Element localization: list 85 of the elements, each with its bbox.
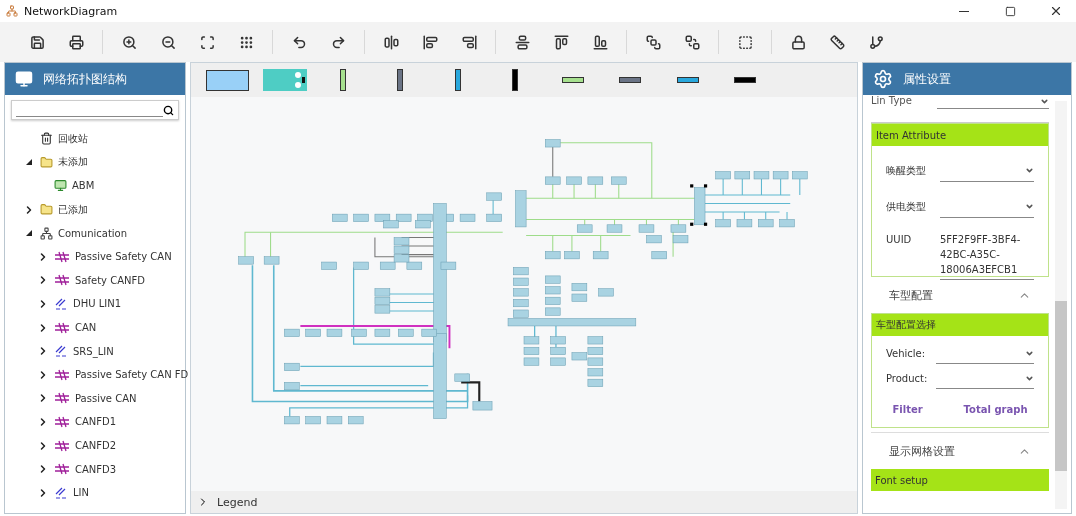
tree-item[interactable]: Passive Safety CAN [75,251,172,263]
tree-item[interactable]: 回收站 [58,131,88,146]
rectangle-shape[interactable] [206,69,250,91]
section-header: 车型配置选择 [872,314,1048,336]
uuid-field[interactable]: 5FF2F9FF-3BF4-42BC-A35C-18006A3EFCB1 [940,232,1034,280]
grid-icon [238,34,254,50]
dropdown-caret-icon [1025,374,1034,383]
expanded-icon[interactable] [25,229,33,238]
align-left-icon [422,34,438,50]
node-shape[interactable] [263,69,308,91]
dropdown-caret-icon [1025,166,1034,175]
tree-item[interactable]: CANFD1 [75,416,117,428]
section-header: Item Attribute [872,124,1048,146]
zoom-in-icon [121,34,137,50]
field-label: 供电类型 [886,200,927,214]
search-icon[interactable] [163,104,174,116]
dropdown-caret-icon [1040,97,1049,106]
dropdown-caret-icon [1025,349,1034,358]
close-icon [1049,4,1063,18]
field-label: Lin Type [871,95,913,106]
field-label: 唤醒类型 [886,164,927,178]
tree-item[interactable]: 未添加 [58,155,88,170]
maximize-icon [1004,5,1016,17]
print-icon [68,34,84,50]
text-button[interactable]: Filter [888,402,927,417]
tree-item[interactable]: ABM [72,180,95,192]
monitor-icon [54,179,67,193]
bus-icon [54,320,70,335]
horizontal-bar-shape[interactable] [734,77,757,83]
tree-item[interactable]: SRS_LIN [73,345,114,357]
bus-icon [54,249,70,264]
send-back-icon [684,34,700,50]
ruler-icon [829,34,845,50]
tree-item[interactable]: Passive CAN [75,392,137,404]
tree-item[interactable]: CAN [75,322,97,334]
align-center-icon [383,34,399,50]
field-label: Vehicle: [886,347,927,359]
panel-title: 属性设置 [903,70,951,88]
field-label: Product: [886,372,928,384]
dropdown-caret-icon [1025,202,1034,211]
window-title: NetworkDiagram [24,4,119,18]
vertical-bar-shape[interactable] [339,69,346,91]
select-area-icon [737,34,753,50]
tree-item[interactable]: Comunication [58,227,128,239]
tree-item[interactable]: CANFD2 [75,440,117,451]
tree-item[interactable]: CANFD3 [75,463,117,475]
text-button[interactable]: Total graph [959,402,1032,417]
bring-front-icon [645,34,661,50]
section-title[interactable]: 车型配置 [889,287,933,303]
tree-item[interactable]: LIN [73,487,89,499]
tree-item[interactable]: Passive Safety CAN FD [75,369,189,381]
minimize-icon [959,10,969,12]
align-bottom-icon [592,34,608,50]
vertical-bar-shape[interactable] [454,69,461,91]
folder-icon [40,155,53,169]
scrollbar[interactable] [1055,101,1067,509]
redo-icon [330,34,346,50]
folder-icon [40,203,53,217]
save-icon [29,34,45,50]
align-right-icon [461,34,477,50]
zoom-out-icon [160,34,176,50]
undo-icon [291,34,307,50]
horizontal-bar-shape[interactable] [561,77,584,83]
field-label: UUID [886,233,913,245]
lock-icon [790,34,806,50]
app-icon [6,5,18,17]
fit-view-icon [199,34,215,50]
vertical-bar-shape[interactable] [397,69,404,91]
panel-title: 网络拓扑图结构 [43,70,127,88]
vertical-bar-shape[interactable] [512,69,519,91]
align-top-icon [553,34,569,50]
expanded-icon[interactable] [25,158,33,167]
bus-icon [54,391,70,406]
settings-icon [873,69,893,89]
tree-item[interactable]: 已添加 [58,202,88,217]
horizontal-bar-shape[interactable] [676,77,699,83]
tree-item[interactable]: DHU LIN1 [73,298,122,310]
section-header: Font setup [871,469,1049,491]
tree-item[interactable]: Safety CANFD [75,274,145,286]
branch-icon [868,34,884,50]
horizontal-bar-shape[interactable] [619,77,642,83]
legend-label[interactable]: Legend [217,495,258,509]
section-title[interactable]: 显示网格设置 [889,443,955,459]
align-middle-icon [514,34,530,50]
trash-icon [40,132,53,146]
